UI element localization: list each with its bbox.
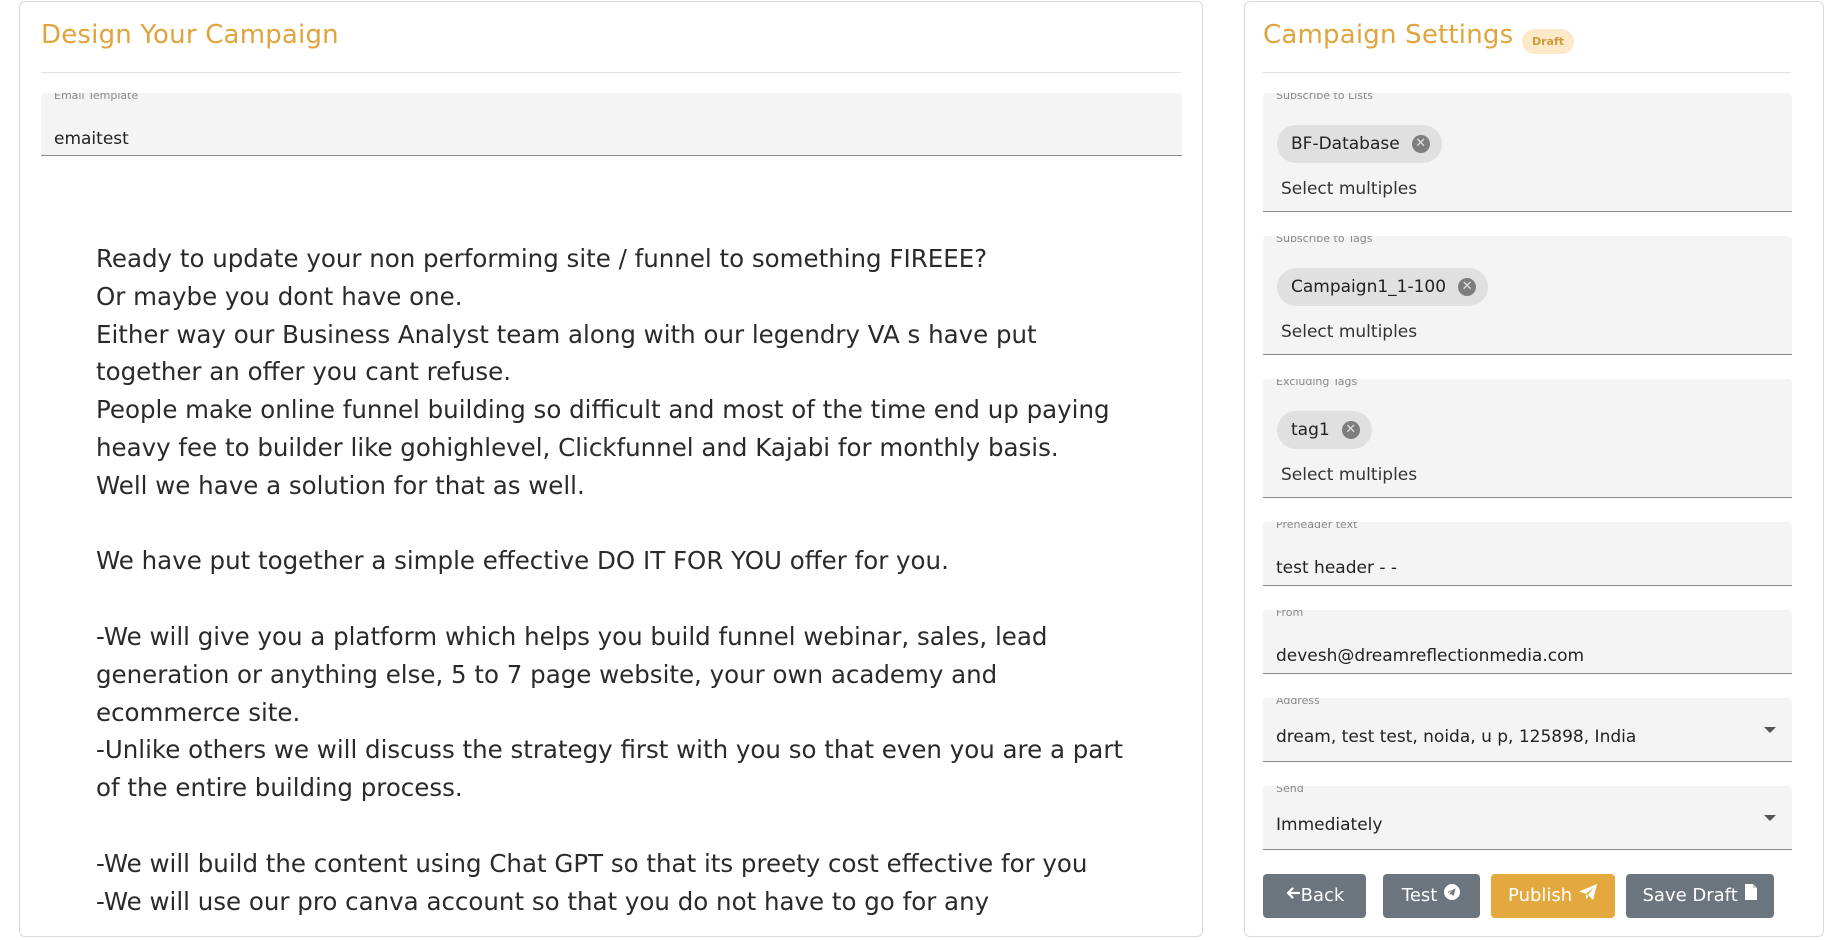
subscribe-lists-field[interactable]: Subscribe to Lists BF-Database ✕ Select … (1263, 93, 1792, 212)
excluding-tags-label: Excluding Tags (1276, 379, 1358, 388)
back-button-label: Back (1300, 885, 1345, 906)
publish-button[interactable]: Publish (1491, 874, 1615, 918)
excluding-tags-field[interactable]: Excluding Tags tag1 ✕ Select multiples (1263, 379, 1792, 498)
email-body-line: People make online funnel building so di… (96, 395, 1110, 425)
excluding-tags-placeholder: Select multiples (1281, 465, 1418, 485)
design-panel-title: Design Your Campaign (41, 20, 339, 50)
settings-divider (1263, 72, 1791, 73)
paper-plane-icon (1578, 874, 1598, 918)
arrow-left-icon (1285, 874, 1301, 918)
subscribe-tags-field[interactable]: Subscribe to Tags Campaign1_1-100 ✕ Sele… (1263, 236, 1792, 355)
email-body-line: Ready to update your non performing site… (96, 244, 988, 273)
email-body-line: heavy fee to builder like gohighlevel, C… (96, 432, 1059, 462)
send-label: Send (1276, 786, 1304, 795)
email-template-value[interactable]: emaitest (54, 129, 129, 149)
save-draft-button-label: Save Draft (1642, 885, 1738, 906)
settings-panel-title: Campaign Settings (1263, 20, 1514, 50)
email-body-line: -We will use our pro canva account so th… (96, 886, 990, 916)
email-template-field[interactable]: Email Template emaitest (41, 93, 1182, 156)
save-draft-button[interactable]: Save Draft (1626, 874, 1774, 918)
email-body-line: -We will give you a platform which helps… (96, 621, 1048, 651)
file-icon (1744, 874, 1758, 918)
telegram-icon (1443, 874, 1461, 918)
publish-button-label: Publish (1508, 885, 1573, 906)
email-body-line: Or maybe you dont have one. (96, 281, 463, 311)
back-button[interactable]: Back (1263, 874, 1366, 918)
status-badge: Draft (1522, 29, 1575, 54)
send-value: Immediately (1276, 815, 1383, 835)
email-body-line: -Unlike others we will discuss the strat… (96, 735, 1124, 765)
remove-chip-icon[interactable]: ✕ (1341, 421, 1360, 439)
subscribe-lists-label: Subscribe to Lists (1276, 93, 1374, 102)
email-body-line (96, 580, 1146, 618)
preheader-label: Preheader text (1276, 522, 1358, 531)
test-button[interactable]: Test (1383, 874, 1480, 918)
send-select[interactable]: Send Immediately (1263, 786, 1792, 850)
subscribe-tags-label: Subscribe to Tags (1276, 236, 1373, 245)
address-select[interactable]: Address dream, test test, noida, u p, 12… (1263, 698, 1792, 762)
email-body-line: of the entire building process. (96, 773, 463, 803)
email-body-line: -We will build the content using Chat GP… (96, 848, 1088, 878)
remove-chip-icon[interactable]: ✕ (1411, 135, 1430, 153)
tags-placeholder: Select multiples (1281, 322, 1418, 342)
from-field[interactable]: From devesh@dreamreflectionmedia.com (1263, 610, 1792, 674)
tag-chip[interactable]: Campaign1_1-100 ✕ (1277, 268, 1489, 306)
address-value: dream, test test, noida, u p, 125898, In… (1276, 727, 1637, 747)
email-body-line: Well we have a solution for that as well… (96, 470, 585, 500)
excluding-tag-chip[interactable]: tag1 ✕ (1277, 411, 1372, 449)
preheader-field[interactable]: Preheader text test header - - (1263, 522, 1792, 586)
list-chip-label: BF-Database (1291, 134, 1400, 154)
from-value[interactable]: devesh@dreamreflectionmedia.com (1276, 646, 1584, 666)
list-chip[interactable]: BF-Database ✕ (1277, 125, 1442, 163)
preheader-value[interactable]: test header - - (1276, 558, 1397, 578)
chevron-down-icon[interactable] (1764, 815, 1776, 821)
email-body-preview[interactable]: Ready to update your non performing site… (96, 240, 1146, 920)
email-body-line: We have put together a simple effective … (96, 546, 949, 576)
address-label: Address (1276, 698, 1320, 707)
email-body-line: ecommerce site. (96, 697, 301, 727)
from-label: From (1276, 610, 1304, 619)
design-divider (41, 72, 1181, 73)
email-body-line: Either way our Business Analyst team alo… (96, 319, 1037, 349)
email-body-line (96, 505, 1146, 543)
chevron-down-icon[interactable] (1764, 727, 1776, 733)
remove-chip-icon[interactable]: ✕ (1458, 278, 1477, 296)
excluding-tag-chip-label: tag1 (1291, 420, 1330, 440)
email-body-line: together an offer you cant refuse. (96, 357, 512, 387)
lists-placeholder: Select multiples (1281, 179, 1418, 199)
email-body-line (96, 807, 1146, 845)
tag-chip-label: Campaign1_1-100 (1291, 277, 1447, 297)
email-body-line: generation or anything else, 5 to 7 page… (96, 659, 998, 689)
test-button-label: Test (1401, 885, 1438, 906)
email-template-label: Email Template (54, 93, 139, 102)
